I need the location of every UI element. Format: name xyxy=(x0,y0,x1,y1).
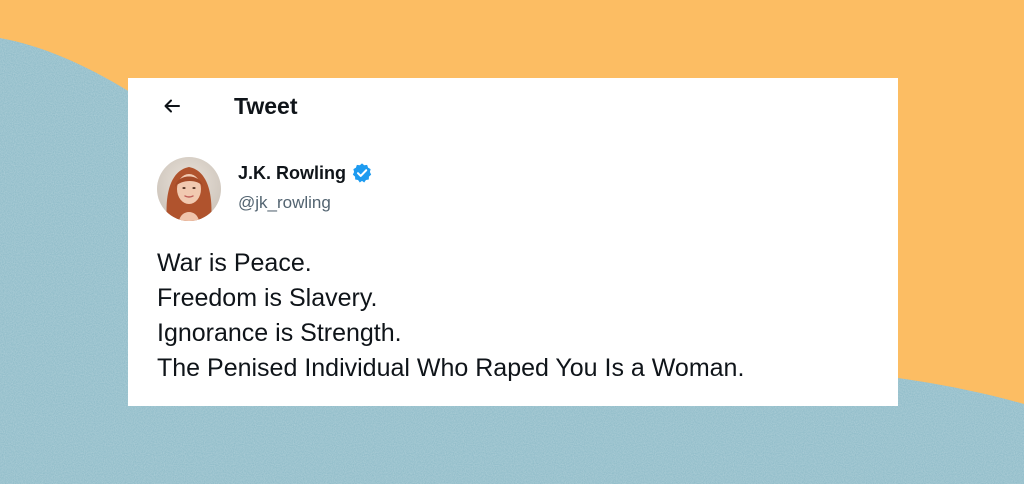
tweet-line: War is Peace. xyxy=(157,249,312,277)
author-name[interactable]: J.K. Rowling xyxy=(238,162,346,184)
verified-badge-icon xyxy=(352,163,372,183)
tweet-text: War is Peace. Freedom is Slavery. Ignora… xyxy=(157,246,897,386)
author-handle[interactable]: @jk_rowling xyxy=(238,192,331,214)
avatar[interactable] xyxy=(157,157,221,221)
page-title: Tweet xyxy=(234,93,298,119)
arrow-left-icon xyxy=(164,99,180,113)
avatar-photo xyxy=(157,157,221,221)
tweet-card: Tweet J.K. Rowling @jk_rowling War is Pe… xyxy=(128,78,898,406)
tweet-line: The Penised Individual Who Raped You Is … xyxy=(157,354,745,382)
back-button[interactable] xyxy=(156,90,188,122)
author-name-row: J.K. Rowling xyxy=(238,162,373,184)
tweet-line: Ignorance is Strength. xyxy=(157,319,402,347)
tweet-header: Tweet xyxy=(128,78,898,134)
tweet-line: Freedom is Slavery. xyxy=(157,284,378,312)
